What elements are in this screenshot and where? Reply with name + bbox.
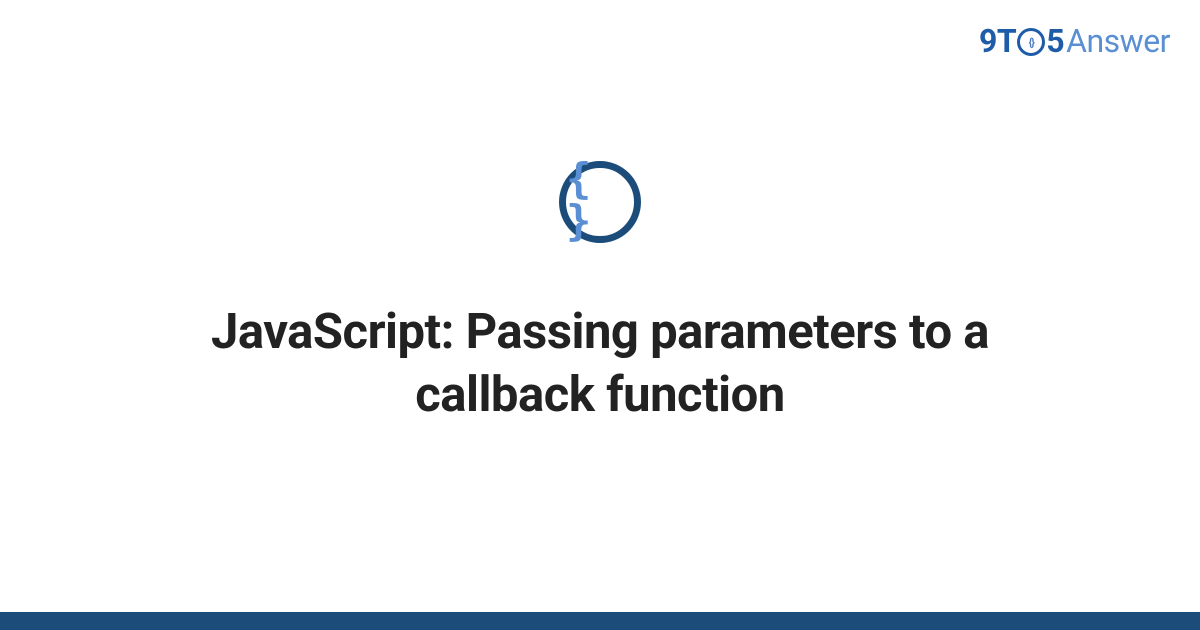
logo-circle-inner: {} bbox=[1029, 36, 1034, 49]
site-logo[interactable]: 9T {} 5 Answer bbox=[979, 22, 1170, 60]
logo-circle-icon: {} bbox=[1017, 28, 1045, 56]
footer-bar bbox=[0, 612, 1200, 630]
code-braces-icon: { } bbox=[559, 161, 641, 243]
page-title: JavaScript: Passing parameters to a call… bbox=[90, 301, 1110, 426]
hero-content: { } JavaScript: Passing parameters to a … bbox=[0, 161, 1200, 426]
braces-glyph: { } bbox=[566, 158, 634, 242]
logo-text-5: 5 bbox=[1046, 22, 1064, 60]
logo-text-9t: 9T bbox=[979, 22, 1016, 60]
logo-text-answer: Answer bbox=[1066, 22, 1170, 60]
